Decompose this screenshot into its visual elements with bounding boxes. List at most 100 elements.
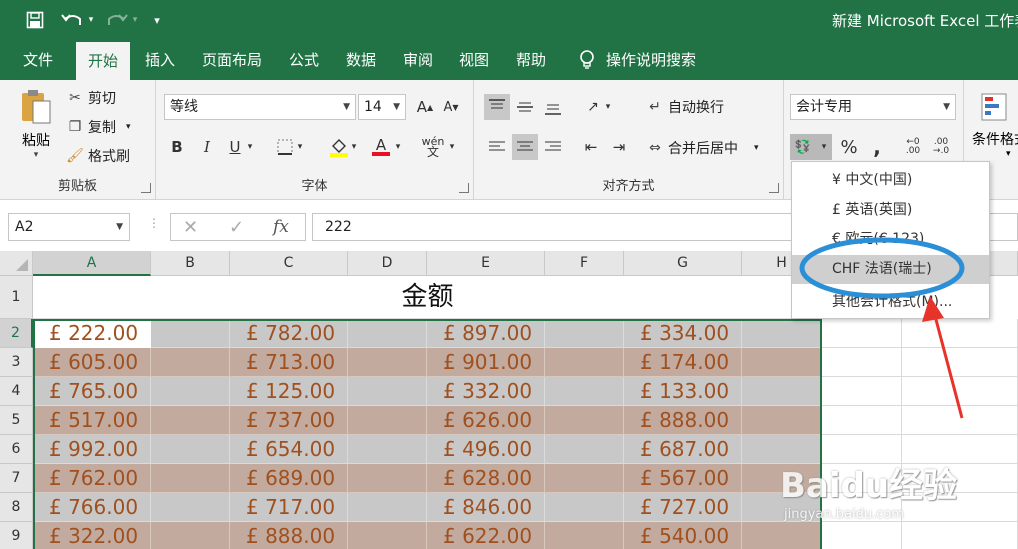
cell[interactable]	[822, 377, 902, 406]
row-header[interactable]: 8	[0, 493, 33, 522]
cell[interactable]	[151, 406, 230, 435]
tab-page-layout[interactable]: 页面布局	[192, 40, 272, 80]
row-header[interactable]: 6	[0, 435, 33, 464]
menu-item-english-pound[interactable]: £ 英语(英国)	[792, 196, 989, 225]
row-header[interactable]: 3	[0, 348, 33, 377]
cancel-icon[interactable]: ✕	[183, 217, 198, 238]
clipboard-launcher-icon[interactable]	[141, 183, 151, 193]
font-color-button[interactable]: A	[368, 134, 394, 160]
align-bottom-button[interactable]	[540, 94, 566, 120]
phonetic-dropdown-icon[interactable]: ▾	[446, 134, 458, 160]
column-header[interactable]: A	[33, 251, 151, 276]
cell[interactable]	[822, 348, 902, 377]
row-header[interactable]: 5	[0, 406, 33, 435]
cell[interactable]	[348, 464, 427, 493]
currency-cell[interactable]: £ 717.00	[230, 493, 348, 522]
percent-style-button[interactable]: %	[836, 134, 862, 160]
currency-cell[interactable]: £ 782.00	[230, 319, 348, 348]
bold-button[interactable]: B	[164, 134, 190, 160]
orientation-dropdown-icon[interactable]: ▾	[602, 94, 614, 120]
save-icon[interactable]	[24, 9, 46, 31]
font-name-combo[interactable]: 等线 ▼	[164, 94, 356, 120]
currency-cell[interactable]: £ 517.00	[33, 406, 151, 435]
cell[interactable]	[742, 435, 822, 464]
cell[interactable]	[742, 348, 822, 377]
accounting-format-dropdown-icon[interactable]: ▾	[816, 134, 832, 160]
phonetic-guide-button[interactable]: wén 文	[420, 134, 446, 160]
alignment-launcher-icon[interactable]	[769, 183, 779, 193]
currency-cell[interactable]: £ 888.00	[230, 522, 348, 549]
tell-me-search[interactable]: 操作说明搜索	[606, 40, 706, 80]
currency-cell[interactable]: £ 897.00	[427, 319, 545, 348]
font-color-dropdown-icon[interactable]: ▾	[392, 134, 404, 160]
conditional-formatting-button[interactable]: 条件格式 ▾	[972, 92, 1018, 159]
cell[interactable]	[545, 435, 624, 464]
font-size-combo[interactable]: 14 ▼	[358, 94, 406, 120]
currency-cell[interactable]: £ 222.00	[33, 319, 151, 348]
currency-cell[interactable]: £ 689.00	[230, 464, 348, 493]
increase-font-size-button[interactable]: A ▲	[412, 94, 438, 120]
cell[interactable]	[151, 522, 230, 549]
cut-button[interactable]: ✂ 剪切	[66, 88, 116, 108]
row-header[interactable]: 1	[0, 276, 33, 319]
currency-cell[interactable]: £ 125.00	[230, 377, 348, 406]
cell[interactable]	[151, 377, 230, 406]
comma-style-button[interactable]: ,	[864, 134, 890, 160]
redo-icon[interactable]	[102, 9, 130, 31]
cell[interactable]	[545, 348, 624, 377]
format-painter-button[interactable]: 🖌 格式刷	[66, 146, 130, 166]
undo-icon[interactable]	[58, 9, 88, 31]
cell[interactable]	[545, 493, 624, 522]
tab-help[interactable]: 帮助	[506, 40, 556, 80]
tab-view[interactable]: 视图	[450, 40, 498, 80]
cell[interactable]	[348, 406, 427, 435]
merged-title-cell[interactable]: 金额	[33, 276, 822, 319]
cell[interactable]	[742, 493, 822, 522]
currency-cell[interactable]: £ 737.00	[230, 406, 348, 435]
currency-cell[interactable]: £ 540.00	[624, 522, 742, 549]
currency-cell[interactable]: £ 727.00	[624, 493, 742, 522]
align-center-button[interactable]	[512, 134, 538, 160]
cell[interactable]	[348, 522, 427, 549]
currency-cell[interactable]: £ 654.00	[230, 435, 348, 464]
column-header[interactable]: B	[151, 251, 230, 276]
cell[interactable]	[822, 435, 902, 464]
cell[interactable]	[902, 348, 1018, 377]
cell[interactable]	[902, 435, 1018, 464]
cell[interactable]	[151, 435, 230, 464]
cell[interactable]	[151, 319, 230, 348]
accounting-format-button[interactable]: 💱	[790, 134, 816, 160]
number-format-combo[interactable]: 会计专用 ▼	[790, 94, 956, 120]
align-top-button[interactable]	[484, 94, 510, 120]
undo-dropdown-icon[interactable]: ▾	[86, 9, 96, 31]
row-header[interactable]: 7	[0, 464, 33, 493]
cell[interactable]	[545, 522, 624, 549]
currency-cell[interactable]: £ 496.00	[427, 435, 545, 464]
currency-cell[interactable]: £ 687.00	[624, 435, 742, 464]
currency-cell[interactable]: £ 888.00	[624, 406, 742, 435]
merge-dropdown-icon[interactable]: ▾	[754, 143, 759, 153]
cell[interactable]	[822, 319, 902, 348]
currency-cell[interactable]: £ 766.00	[33, 493, 151, 522]
decrease-indent-button[interactable]: ⇤	[578, 134, 604, 160]
fill-color-dropdown-icon[interactable]: ▾	[348, 134, 360, 160]
insert-function-icon[interactable]: fx	[273, 217, 289, 237]
customize-qat-icon[interactable]: ▾	[150, 9, 164, 31]
paste-dropdown-icon[interactable]: ▾	[12, 150, 60, 160]
currency-cell[interactable]: £ 567.00	[624, 464, 742, 493]
decrease-decimal-button[interactable]: .00 →.0	[928, 134, 954, 160]
increase-indent-button[interactable]: ⇥	[606, 134, 632, 160]
italic-button[interactable]: I	[194, 134, 220, 160]
name-box-dropdown-icon[interactable]: ▼	[116, 214, 123, 240]
borders-dropdown-icon[interactable]: ▾	[294, 134, 306, 160]
copy-button[interactable]: ❐ 复制 ▾	[66, 117, 131, 137]
select-all-corner[interactable]	[0, 251, 33, 276]
currency-cell[interactable]: £ 174.00	[624, 348, 742, 377]
paste-button[interactable]: 粘贴 ▾	[12, 88, 60, 170]
row-header[interactable]: 4	[0, 377, 33, 406]
cell[interactable]	[822, 464, 902, 493]
tab-formulas[interactable]: 公式	[280, 40, 328, 80]
name-box[interactable]: A2 ▼	[8, 213, 130, 241]
cell[interactable]	[742, 464, 822, 493]
currency-cell[interactable]: £ 765.00	[33, 377, 151, 406]
